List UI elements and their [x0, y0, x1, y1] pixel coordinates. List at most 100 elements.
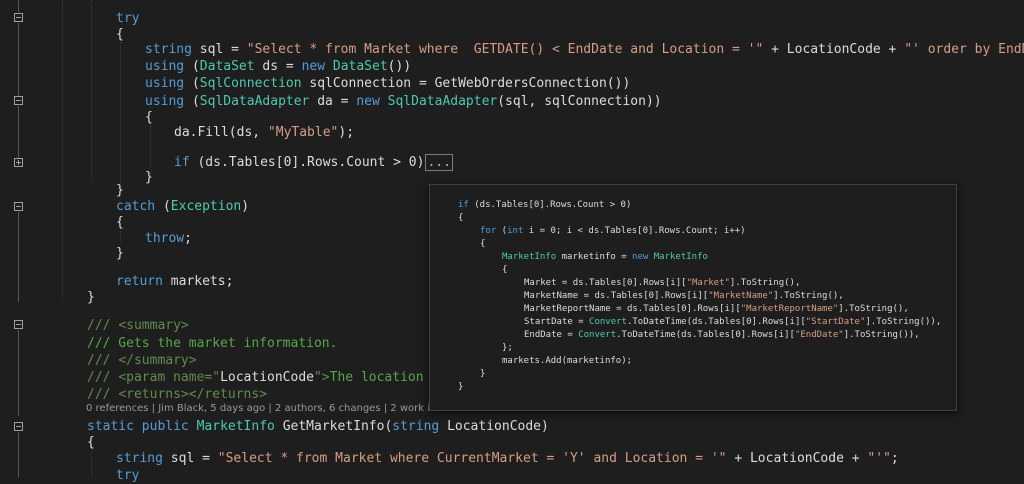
code-token: catch [116, 199, 156, 214]
fold-line [18, 23, 19, 96]
code-token: ); [338, 125, 355, 140]
code-line[interactable]: static public MarketInfo GetMarketInfo(s… [87, 418, 549, 435]
fold-line [18, 106, 19, 158]
code-token: /// [87, 370, 119, 385]
code-token: ( [155, 199, 171, 214]
code-line[interactable]: using (SqlDataAdapter da = new SqlDataAd… [145, 93, 662, 110]
collapse-region-icon[interactable] [14, 320, 23, 329]
fold-line [18, 212, 19, 302]
code-line[interactable]: } [116, 182, 124, 199]
code-line[interactable]: } [87, 289, 95, 306]
code-token: using [145, 59, 185, 74]
code-token: } [87, 290, 95, 305]
tooltip-code-line: EndDate = Convert.ToDateTime(ds.Tables[0… [524, 329, 920, 342]
code-line[interactable]: throw; [145, 230, 192, 247]
code-line[interactable]: /// Gets the market information. [87, 335, 337, 352]
code-line[interactable]: { [116, 26, 124, 43]
code-line[interactable]: try [116, 10, 139, 27]
code-token: "> [313, 370, 330, 385]
code-token: sql = [162, 451, 218, 466]
code-token: { [116, 27, 124, 42]
code-line[interactable]: string sql = "Select * from Market where… [145, 41, 1024, 58]
code-token: ( [184, 59, 200, 74]
code-line[interactable]: if (ds.Tables[0].Rows.Count > 0)... [174, 154, 453, 171]
code-line[interactable]: return markets; [116, 273, 233, 290]
code-token: "MarketReportName" [740, 304, 839, 314]
code-token: { [458, 213, 464, 223]
code-line[interactable]: try [116, 467, 139, 484]
code-line[interactable]: { [116, 214, 124, 231]
tooltip-code-line: if (ds.Tables[0].Rows.Count > 0) [458, 199, 631, 212]
collapsed-region-marker[interactable]: ... [425, 154, 453, 171]
fold-line [18, 0, 19, 12]
code-token: sql = [191, 42, 247, 57]
code-token: "StartDate" [805, 317, 866, 327]
code-token: { [502, 265, 508, 275]
code-token: int [507, 226, 524, 236]
code-token: MarketReportName = ds.Tables[0].Rows[i][ [524, 304, 741, 314]
code-line[interactable]: using (DataSet ds = new DataSet()) [145, 58, 411, 75]
code-line[interactable]: } [145, 169, 153, 186]
code-token: MarketInfo [653, 252, 708, 262]
code-token: + LocationCode + [763, 42, 905, 57]
code-token: .ToDateTime(ds.Tables[0].Rows[i][ [616, 330, 795, 340]
collapse-region-icon[interactable] [14, 202, 23, 211]
code-token: MarketInfo [196, 419, 275, 434]
code-token: /// [87, 318, 119, 333]
code-token: (ds.Tables[0].Rows.Count > 0) [189, 155, 425, 170]
code-token: ds = [254, 59, 302, 74]
code-line[interactable]: da.Fill(ds, "MyTable"); [174, 124, 354, 141]
code-token: "EndDate" [794, 330, 844, 340]
code-token: if [458, 200, 469, 210]
code-token: "MyTable" [267, 125, 339, 140]
code-token: (sql, sqlConnection)) [497, 94, 662, 109]
tooltip-code-line: for (int i = 0; i < ds.Tables[0].Rows.Co… [480, 225, 746, 238]
code-token: <summary> [118, 318, 189, 333]
code-token: { [145, 110, 153, 125]
code-token: da = [309, 94, 357, 109]
code-token: using [145, 94, 185, 109]
code-token: SqlDataAdapter [387, 94, 498, 109]
code-token: new [632, 252, 649, 262]
code-token: DataSet [332, 59, 388, 74]
code-token: } [480, 369, 486, 379]
code-token: LocationCode) [439, 419, 549, 434]
collapse-region-icon[interactable] [14, 96, 23, 105]
code-line[interactable]: { [87, 434, 95, 451]
code-token: StartDate = [524, 317, 590, 327]
expand-region-icon[interactable] [14, 158, 23, 167]
code-token: string [145, 42, 192, 57]
code-token: LocationCode [220, 370, 314, 385]
code-line[interactable]: { [145, 109, 153, 126]
tooltip-code-line: { [458, 212, 463, 225]
code-line[interactable]: string sql = "Select * from Market where… [116, 450, 899, 467]
code-line[interactable]: using (SqlConnection sqlConnection = Get… [145, 75, 630, 92]
tooltip-code-line: MarketInfo marketinfo = new MarketInfo [502, 251, 708, 264]
collapse-region-icon[interactable] [14, 422, 23, 431]
code-token: sqlConnection = GetWebOrdersConnection()… [301, 76, 631, 91]
collapse-region-icon[interactable] [14, 13, 23, 22]
code-token: for [480, 226, 497, 236]
code-line[interactable]: /// <returns></returns> [87, 386, 267, 403]
code-token: "MarketName" [708, 291, 774, 301]
code-token: { [87, 435, 95, 450]
code-token: static [87, 419, 134, 434]
code-token: </summary> [118, 353, 197, 368]
code-line[interactable]: } [116, 245, 124, 262]
code-line[interactable]: /// <summary> [87, 317, 189, 334]
code-token: }; [502, 343, 513, 353]
code-token: ; [184, 231, 192, 246]
code-token: "Select * from Market where GETDATE() < … [246, 42, 764, 57]
code-line[interactable]: catch (Exception) [116, 198, 249, 215]
tooltip-code-line: { [480, 238, 485, 251]
code-token: ].ToString(), [838, 304, 909, 314]
code-line[interactable]: /// </summary> [87, 352, 197, 369]
codelens-info[interactable]: 0 references | Jim Black, 5 days ago | 2… [86, 403, 455, 414]
code-token: da.Fill(ds, [174, 125, 268, 140]
code-token: ].ToString()), [865, 317, 942, 327]
code-line[interactable]: /// <param name="LocationCode">The locat… [87, 369, 463, 386]
code-token: ( [184, 76, 200, 91]
